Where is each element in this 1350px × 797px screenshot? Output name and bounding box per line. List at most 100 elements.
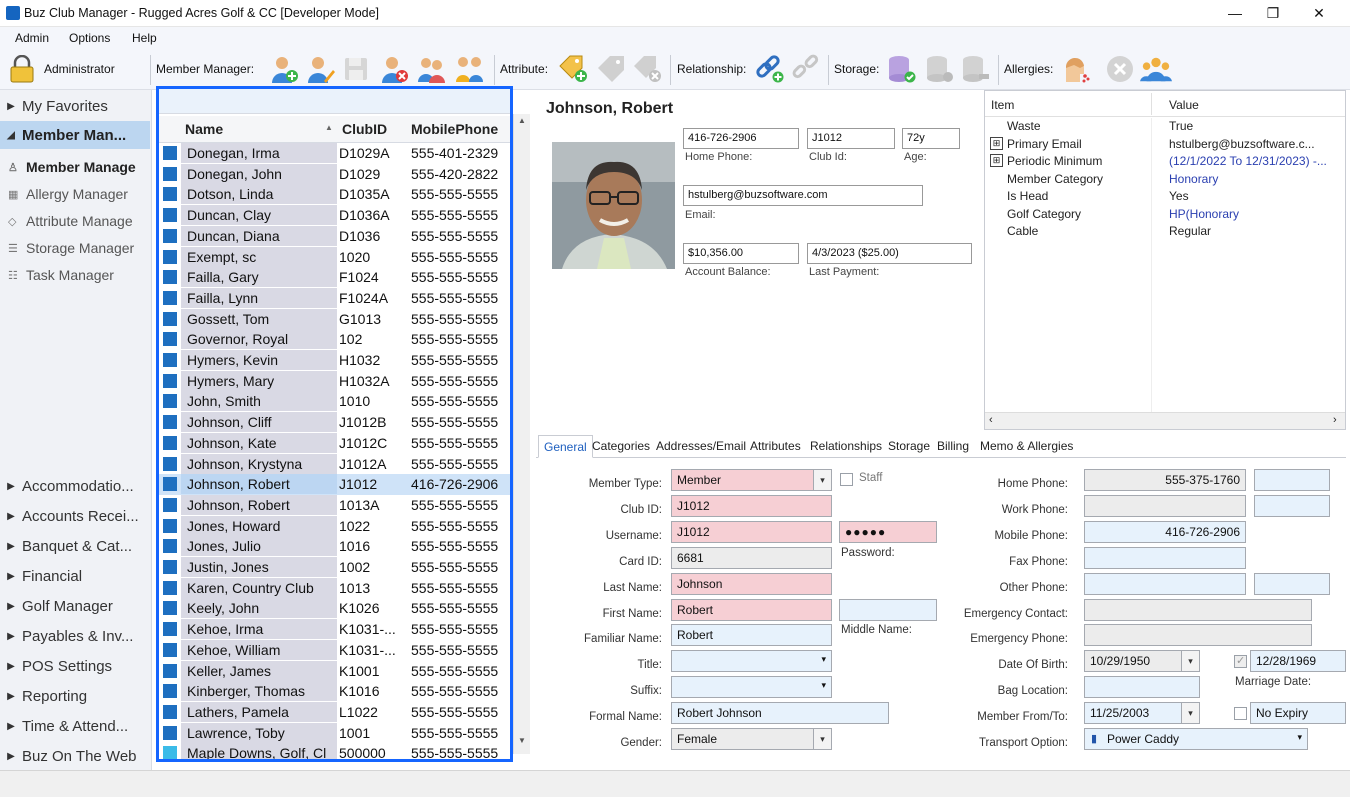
work-phone-ext-input[interactable]	[1254, 495, 1330, 517]
familiar-name-input[interactable]: Robert	[671, 624, 832, 646]
table-row[interactable]: Kinberger, Thomas K1016 555-555-5555	[159, 681, 510, 702]
table-row[interactable]: Johnson, Robert J1012 416-726-2906	[159, 474, 510, 495]
table-row[interactable]: Karen, Country Club 1013 555-555-5555	[159, 577, 510, 599]
scroll-up-icon[interactable]: ▲	[516, 116, 528, 125]
attribute-row[interactable]: Member Category Honorary	[985, 171, 1345, 189]
row-selector-icon[interactable]	[163, 435, 177, 450]
tab-memo-allergies[interactable]: Memo & Allergies	[980, 439, 1073, 453]
row-selector-icon[interactable]	[163, 332, 177, 347]
last-name-input[interactable]: Johnson	[671, 573, 832, 595]
attribute-row[interactable]: ⊞ Periodic Minimum (12/1/2022 To 12/31/202…	[985, 153, 1345, 171]
tab-attributes[interactable]: Attributes	[750, 439, 801, 453]
scroll-right-icon[interactable]: ›	[1333, 414, 1337, 426]
row-selector-icon[interactable]	[163, 373, 177, 388]
row-selector-icon[interactable]	[163, 746, 177, 759]
menu-admin[interactable]: Admin	[15, 31, 49, 45]
row-selector-icon[interactable]	[163, 580, 177, 595]
member-family-icon[interactable]	[454, 53, 486, 85]
first-name-input[interactable]: Robert	[671, 599, 832, 621]
member-type-select[interactable]: Member ▾	[671, 469, 832, 491]
card-id-input[interactable]: 6681	[671, 547, 832, 569]
home-phone-input[interactable]: 555-375-1760	[1084, 469, 1246, 491]
attribute-header-item[interactable]: Item	[991, 98, 1014, 112]
row-selector-icon[interactable]	[163, 622, 177, 637]
table-row[interactable]: Dotson, Linda D1035A 555-555-5555	[159, 184, 510, 205]
table-row[interactable]: Jones, Howard 1022 555-555-5555	[159, 515, 510, 537]
table-row[interactable]: Johnson, Kate J1012C 555-555-5555	[159, 432, 510, 454]
club-id-input[interactable]: J1012	[671, 495, 832, 517]
row-selector-icon[interactable]	[163, 166, 177, 181]
table-row[interactable]: Johnson, Robert 1013A 555-555-5555	[159, 494, 510, 516]
attribute-row[interactable]: Golf Category HP(Honorary	[985, 206, 1345, 224]
member-to-checkbox[interactable]	[1234, 707, 1247, 720]
row-selector-icon[interactable]	[163, 456, 177, 471]
nav-golf-manager[interactable]: ▶ Golf Manager	[0, 592, 150, 620]
delete-member-icon[interactable]	[378, 53, 410, 85]
close-button[interactable]: ✕	[1296, 0, 1342, 26]
nav-payables[interactable]: ▶ Payables & Inv...	[0, 622, 150, 650]
row-selector-icon[interactable]	[163, 497, 177, 512]
attribute-row[interactable]: ⊞ Primary Email hstulberg@buzsoftware.c...	[985, 136, 1345, 154]
row-selector-icon[interactable]	[163, 394, 177, 409]
table-row[interactable]: Lathers, Pamela L1022 555-555-5555	[159, 701, 510, 723]
expand-node-icon[interactable]: ⊞	[990, 154, 1003, 167]
table-row[interactable]: Duncan, Clay D1036A 555-555-5555	[159, 205, 510, 226]
password-input[interactable]: ●●●●●	[839, 521, 937, 543]
row-selector-icon[interactable]	[163, 415, 177, 430]
member-to-input[interactable]: No Expiry	[1250, 702, 1346, 724]
middle-name-input[interactable]	[839, 599, 937, 621]
row-selector-icon[interactable]	[163, 146, 177, 160]
allergy-group-icon[interactable]	[1140, 53, 1172, 85]
column-header-name[interactable]: Name	[185, 121, 223, 137]
nav-my-favorites[interactable]: ▶ My Favorites	[0, 92, 150, 120]
maximize-button[interactable]: ❐	[1250, 0, 1296, 26]
tab-billing[interactable]: Billing	[937, 439, 969, 453]
allergy-icon[interactable]	[1058, 53, 1090, 85]
emergency-contact-input[interactable]	[1084, 599, 1312, 621]
table-row[interactable]: Duncan, Diana D1036 555-555-5555	[159, 225, 510, 247]
row-selector-icon[interactable]	[163, 601, 177, 616]
nav-buz-on-the-web[interactable]: ▶ Buz On The Web	[0, 742, 150, 770]
table-row[interactable]: Donegan, Irma D1029A 555-401-2329	[159, 143, 510, 164]
gender-select[interactable]: Female ▾	[671, 728, 832, 750]
work-phone-input[interactable]	[1084, 495, 1246, 517]
row-selector-icon[interactable]	[163, 249, 177, 264]
home-phone-ext-input[interactable]	[1254, 469, 1330, 491]
row-selector-icon[interactable]	[163, 704, 177, 719]
table-row[interactable]: Keely, John K1026 555-555-5555	[159, 598, 510, 619]
table-row[interactable]: Johnson, Cliff J1012B 555-555-5555	[159, 412, 510, 433]
scroll-left-icon[interactable]: ‹	[989, 414, 993, 426]
member-group-icon[interactable]	[416, 53, 448, 85]
add-tag-icon[interactable]	[558, 53, 590, 85]
expand-node-icon[interactable]: ⊞	[990, 136, 1003, 150]
row-selector-icon[interactable]	[163, 270, 177, 285]
nav-sub-allergy-manager[interactable]: ▦ Allergy Manager	[8, 182, 150, 206]
formal-name-input[interactable]: Robert Johnson	[671, 702, 889, 724]
table-row[interactable]: Kehoe, William K1031-... 555-555-5555	[159, 639, 510, 661]
emergency-phone-input[interactable]	[1084, 624, 1312, 646]
attribute-row[interactable]: Cable Regular	[985, 223, 1345, 241]
nav-member-manager[interactable]: ◢ Member Man...	[0, 121, 150, 149]
table-row[interactable]: Johnson, Krystyna J1012A 555-555-5555	[159, 453, 510, 475]
row-selector-icon[interactable]	[163, 187, 177, 202]
user-lock-icon[interactable]	[6, 53, 38, 85]
suffix-select[interactable]: ▾	[671, 676, 832, 698]
row-selector-icon[interactable]	[163, 663, 177, 678]
table-row[interactable]: Kehoe, Irma K1031-... 555-555-5555	[159, 619, 510, 640]
table-row[interactable]: Gossett, Tom G1013 555-555-5555	[159, 308, 510, 330]
add-storage-icon[interactable]	[886, 53, 918, 85]
other-phone-ext-input[interactable]	[1254, 573, 1330, 595]
other-phone-input[interactable]	[1084, 573, 1246, 595]
nav-sub-storage-manager[interactable]: ☰ Storage Manager	[8, 236, 150, 260]
nav-accounts-receivable[interactable]: ▶ Accounts Recei...	[0, 502, 150, 530]
mobile-phone-input[interactable]: 416-726-2906	[1084, 521, 1246, 543]
nav-sub-member-manage[interactable]: ♙ Member Manage	[8, 155, 150, 179]
row-selector-icon[interactable]	[163, 642, 177, 657]
tab-general[interactable]: General	[538, 435, 593, 458]
nav-accommodations[interactable]: ▶ Accommodatio...	[0, 472, 150, 500]
staff-checkbox[interactable]	[840, 473, 853, 486]
grid-filter-row[interactable]	[159, 89, 510, 114]
menu-options[interactable]: Options	[69, 31, 110, 45]
row-selector-icon[interactable]	[163, 353, 177, 367]
menu-help[interactable]: Help	[132, 31, 157, 45]
